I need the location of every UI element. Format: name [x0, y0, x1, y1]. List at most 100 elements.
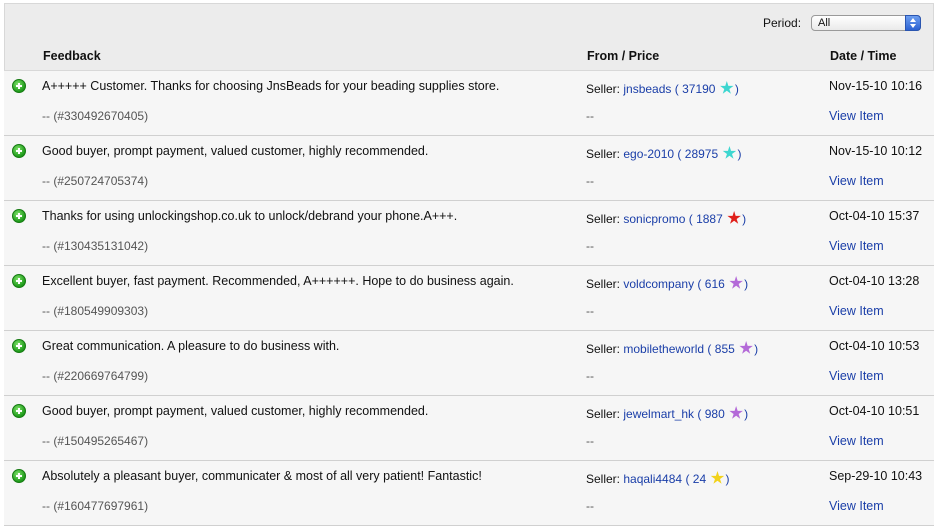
price: -- [586, 434, 594, 448]
price: -- [586, 239, 594, 253]
date-time: Oct-04-10 10:53 [829, 339, 920, 353]
feedback-text: Absolutely a pleasant buyer, communicate… [42, 469, 482, 483]
score-close: ) [737, 147, 742, 161]
view-item-link[interactable]: View Item [829, 174, 884, 188]
view-item-link[interactable]: View Item [829, 434, 884, 448]
score-open: ( [674, 82, 679, 96]
positive-feedback-icon [12, 79, 26, 93]
feedback-score-link[interactable]: 24 [693, 472, 706, 486]
positive-feedback-icon [12, 274, 26, 288]
table-row: Good buyer, prompt payment, valued custo… [4, 136, 934, 201]
table-row: A+++++ Customer. Thanks for choosing Jns… [4, 71, 934, 136]
seller-role: Seller: [586, 277, 621, 291]
date-time: Oct-04-10 13:28 [829, 274, 920, 288]
seller-info: Seller: voldcompany ( 616 ) [586, 276, 748, 291]
seller-link[interactable]: jnsbeads [623, 82, 671, 96]
feedback-star-icon[interactable] [722, 146, 737, 159]
seller-link[interactable]: voldcompany [623, 277, 694, 291]
date-time: Oct-04-10 15:37 [829, 209, 920, 223]
item-id: -- (#180549909303) [42, 304, 149, 318]
feedback-score-link[interactable]: 980 [705, 407, 725, 421]
seller-link[interactable]: ego-2010 [623, 147, 674, 161]
header-from-price: From / Price [587, 49, 660, 63]
feedback-text: Good buyer, prompt payment, valued custo… [42, 144, 429, 158]
date-time: Nov-15-10 10:16 [829, 79, 923, 93]
positive-feedback-icon [12, 144, 26, 158]
feedback-score-link[interactable]: 855 [715, 342, 735, 356]
period-label: Period: [763, 16, 802, 30]
table-row: Excellent buyer, fast payment. Recommend… [4, 266, 934, 331]
score-open: ( [707, 342, 712, 356]
seller-link[interactable]: mobiletheworld [623, 342, 704, 356]
feedback-star-icon[interactable] [729, 406, 743, 419]
view-item-link[interactable]: View Item [829, 239, 884, 253]
feedback-list: A+++++ Customer. Thanks for choosing Jns… [4, 71, 934, 526]
feedback-star-icon[interactable] [727, 211, 741, 224]
feedback-panel: Period: All Feedback From / Price Date /… [4, 3, 934, 526]
feedback-score-link[interactable]: 1887 [696, 212, 723, 226]
feedback-star-icon[interactable] [729, 276, 743, 289]
period-bar: Period: All [4, 3, 934, 42]
feedback-score-link[interactable]: 616 [705, 277, 725, 291]
price: -- [586, 499, 594, 513]
feedback-text: Good buyer, prompt payment, valued custo… [42, 404, 429, 418]
item-id: -- (#150495265467) [42, 434, 149, 448]
score-open: ( [697, 407, 702, 421]
score-close: ) [744, 277, 749, 291]
seller-role: Seller: [586, 407, 621, 421]
score-close: ) [754, 342, 759, 356]
seller-info: Seller: haqali4484 ( 24 ) [586, 471, 729, 486]
score-open: ( [677, 147, 682, 161]
price: -- [586, 304, 594, 318]
view-item-link[interactable]: View Item [829, 109, 884, 123]
seller-role: Seller: [586, 472, 621, 486]
period-selected-value: All [818, 17, 831, 29]
seller-info: Seller: sonicpromo ( 1887 ) [586, 211, 746, 226]
feedback-star-icon[interactable] [710, 471, 725, 484]
seller-info: Seller: ego-2010 ( 28975 ) [586, 146, 741, 161]
header-feedback: Feedback [43, 49, 101, 63]
date-time: Sep-29-10 10:43 [829, 469, 923, 483]
feedback-star-icon[interactable] [720, 81, 734, 94]
date-time: Nov-15-10 10:12 [829, 144, 923, 158]
price: -- [586, 369, 594, 383]
seller-role: Seller: [586, 212, 621, 226]
feedback-text: A+++++ Customer. Thanks for choosing Jns… [42, 79, 500, 93]
score-close: ) [734, 82, 739, 96]
seller-role: Seller: [586, 82, 621, 96]
item-id: -- (#130435131042) [42, 239, 149, 253]
date-time: Oct-04-10 10:51 [829, 404, 920, 418]
positive-feedback-icon [12, 209, 26, 223]
table-row: Absolutely a pleasant buyer, communicate… [4, 461, 934, 526]
feedback-text: Great communication. A pleasure to do bu… [42, 339, 340, 353]
period-select[interactable]: All [811, 15, 921, 31]
seller-role: Seller: [586, 147, 621, 161]
item-id: -- (#330492670405) [42, 109, 149, 123]
table-row: Thanks for using unlockingshop.co.uk to … [4, 201, 934, 266]
score-open: ( [685, 472, 690, 486]
feedback-text: Thanks for using unlockingshop.co.uk to … [42, 209, 458, 223]
table-row: Good buyer, prompt payment, valued custo… [4, 396, 934, 461]
item-id: -- (#250724705374) [42, 174, 149, 188]
header-date-time: Date / Time [830, 49, 897, 63]
feedback-star-icon[interactable] [739, 341, 753, 354]
table-row: Great communication. A pleasure to do bu… [4, 331, 934, 396]
view-item-link[interactable]: View Item [829, 304, 884, 318]
feedback-score-link[interactable]: 28975 [685, 147, 718, 161]
positive-feedback-icon [12, 404, 26, 418]
seller-link[interactable]: haqali4484 [623, 472, 682, 486]
feedback-score-link[interactable]: 37190 [682, 82, 715, 96]
positive-feedback-icon [12, 469, 26, 483]
item-id: -- (#220669764799) [42, 369, 149, 383]
select-arrows-icon[interactable] [905, 15, 921, 31]
positive-feedback-icon [12, 339, 26, 353]
seller-link[interactable]: sonicpromo [623, 212, 685, 226]
seller-info: Seller: mobiletheworld ( 855 ) [586, 341, 758, 356]
view-item-link[interactable]: View Item [829, 499, 884, 513]
score-close: ) [725, 472, 730, 486]
seller-info: Seller: jewelmart_hk ( 980 ) [586, 406, 748, 421]
price: -- [586, 109, 594, 123]
view-item-link[interactable]: View Item [829, 369, 884, 383]
seller-info: Seller: jnsbeads ( 37190 ) [586, 81, 739, 96]
seller-link[interactable]: jewelmart_hk [623, 407, 694, 421]
